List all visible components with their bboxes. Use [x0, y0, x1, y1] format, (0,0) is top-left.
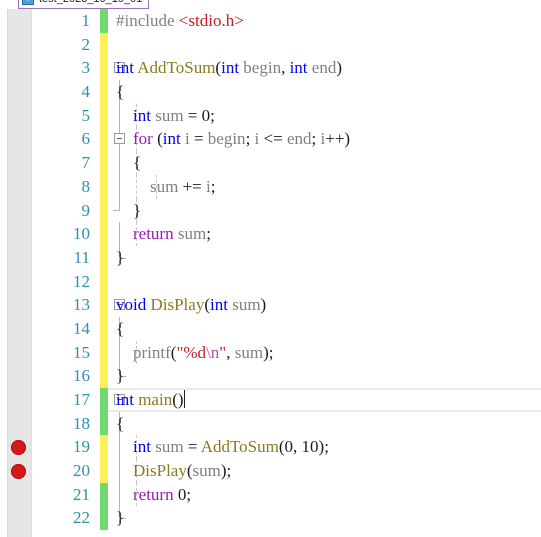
change-track-marker: [100, 435, 108, 460]
code-line-row[interactable]: 13 void DisPlay(int sum): [0, 293, 541, 317]
line-number: 3: [81, 58, 91, 78]
change-track-marker: [100, 506, 108, 531]
change-track-marker: [100, 151, 108, 175]
change-track-marker: [100, 293, 108, 317]
change-track-marker: [100, 269, 108, 294]
change-track-marker: [100, 364, 108, 388]
editor-tab[interactable]: + test_2023_10_19_01: [18, 0, 150, 9]
change-track-marker: [100, 32, 108, 57]
line-number: 14: [73, 318, 90, 338]
code-text: {: [116, 82, 125, 102]
code-text: {: [133, 153, 142, 173]
code-line-row[interactable]: 10 return sum;: [0, 222, 541, 246]
code-line-row[interactable]: 22 }: [0, 506, 541, 531]
code-text: DisPlay(sum);: [133, 461, 232, 481]
change-track-marker: [100, 56, 108, 81]
code-line-row[interactable]: 16 }: [0, 364, 541, 388]
editor-surface[interactable]: 1 #include <stdio.h> 2 3 int AddToSum(in…: [0, 9, 541, 537]
code-line-row[interactable]: 6 for (int i = begin; i <= end; i++): [0, 127, 541, 152]
change-track-marker: [100, 411, 108, 436]
line-number: 20: [73, 461, 90, 481]
line-number: 16: [73, 366, 90, 386]
code-line-row[interactable]: 15 printf("%d\n", sum);: [0, 340, 541, 365]
code-line-row[interactable]: 4 {: [0, 80, 541, 104]
line-number: 7: [81, 153, 91, 173]
line-number: 18: [73, 413, 90, 433]
line-number: 9: [81, 200, 91, 220]
line-number: 13: [73, 295, 90, 315]
change-track-marker: [100, 340, 108, 365]
code-line-row[interactable]: 11 }: [0, 245, 541, 270]
line-number: 1: [81, 11, 91, 30]
code-text: return 0;: [133, 484, 192, 504]
line-number: 19: [73, 437, 90, 457]
change-track-marker: [100, 127, 108, 152]
breakpoint-icon[interactable]: [11, 439, 26, 455]
code-text: int AddToSum(int begin, int end): [116, 58, 342, 78]
code-text: sum += i;: [150, 176, 216, 196]
code-line-row[interactable]: 21 return 0;: [0, 482, 541, 507]
change-track-marker: [100, 222, 108, 246]
line-number: 4: [81, 82, 91, 102]
code-text: }: [133, 200, 142, 220]
change-track-marker: [100, 316, 108, 341]
tab-strip: + test_2023_10_19_01: [0, 0, 541, 9]
code-line-row[interactable]: 19 int sum = AddToSum(0, 10);: [0, 435, 541, 460]
code-text: for (int i = begin; i <= end; i++): [133, 129, 351, 149]
code-text: return sum;: [133, 224, 211, 244]
text-caret: [183, 390, 185, 408]
code-text: #include <stdio.h>: [116, 11, 244, 30]
line-number: 15: [73, 342, 90, 362]
code-editor-window: + test_2023_10_19_01 1 #include <stdio.h…: [0, 0, 541, 537]
code-line-row[interactable]: 8 sum += i;: [0, 174, 541, 199]
line-number: 21: [73, 484, 90, 504]
code-line-row[interactable]: 2: [0, 32, 541, 57]
code-text: int main(): [116, 390, 185, 409]
change-track-marker: [100, 9, 108, 33]
line-number: 11: [73, 247, 90, 267]
code-line-row[interactable]: 5 int sum = 0;: [0, 103, 541, 128]
change-track-marker: [100, 482, 108, 507]
change-track-marker: [100, 198, 108, 223]
line-number: 2: [81, 34, 91, 54]
code-text: }: [116, 366, 125, 386]
code-rows: 1 #include <stdio.h> 2 3 int AddToSum(in…: [0, 9, 541, 537]
change-track-marker: [100, 245, 108, 270]
change-track-marker: [100, 174, 108, 199]
change-track-marker: [100, 80, 108, 104]
code-line-row[interactable]: 12: [0, 269, 541, 294]
code-line-row[interactable]: 14 {: [0, 316, 541, 341]
code-text: void DisPlay(int sum): [116, 295, 267, 315]
code-text: int sum = AddToSum(0, 10);: [133, 437, 329, 457]
code-line-row[interactable]: 20 DisPlay(sum);: [0, 459, 541, 483]
code-text: }: [116, 508, 125, 528]
line-number: 5: [81, 105, 91, 125]
code-line-row[interactable]: 3 int AddToSum(int begin, int end): [0, 56, 541, 81]
code-text: int sum = 0;: [133, 105, 215, 125]
code-text: printf("%d\n", sum);: [133, 342, 274, 362]
line-number: 10: [73, 224, 90, 244]
code-line-row-current[interactable]: 17 int main(): [0, 388, 541, 412]
line-number: 12: [73, 271, 90, 291]
editor-tab-label: test_2023_10_19_01: [39, 0, 142, 5]
change-track-marker: [100, 388, 108, 412]
code-text: }: [116, 247, 125, 267]
line-number: 17: [73, 390, 90, 409]
code-line-row[interactable]: 7 {: [0, 151, 541, 175]
change-track-marker: [100, 459, 108, 483]
line-number: 6: [81, 129, 91, 149]
code-text: {: [116, 413, 125, 433]
code-text: {: [116, 318, 125, 338]
code-line-row[interactable]: 18 {: [0, 411, 541, 436]
line-number: 8: [81, 176, 91, 196]
code-line-row[interactable]: 1 #include <stdio.h>: [0, 9, 541, 33]
line-number: 22: [73, 508, 90, 528]
code-line-row[interactable]: 9 }: [0, 198, 541, 223]
file-icon: +: [22, 0, 34, 5]
breakpoint-icon[interactable]: [11, 463, 26, 479]
change-track-marker: [100, 103, 108, 128]
